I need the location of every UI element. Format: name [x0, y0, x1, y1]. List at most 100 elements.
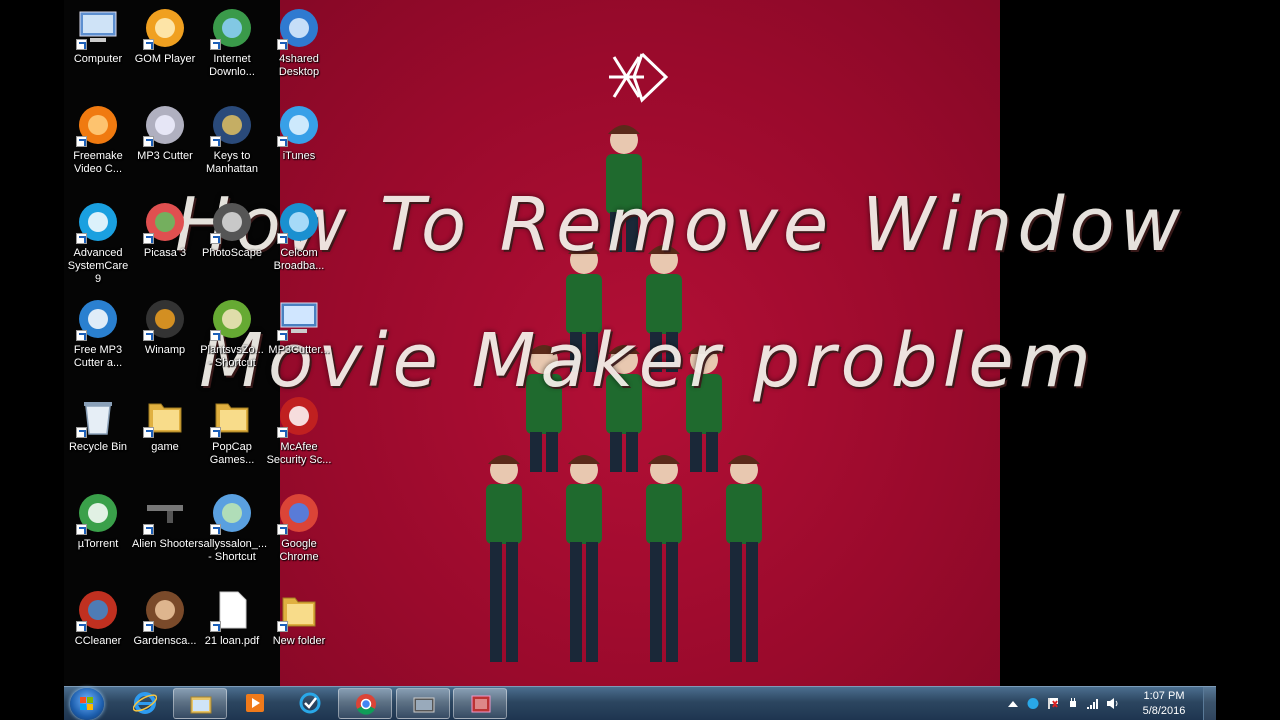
- internet-download-manager-icon: [210, 6, 254, 50]
- folder-icon: [277, 588, 321, 632]
- desktop-icon-label: New folder: [272, 635, 326, 647]
- desktop-icon[interactable]: Picasa 3: [131, 194, 199, 284]
- taskbar-windows-explorer[interactable]: [173, 688, 227, 719]
- desktop-icon-label: µTorrent: [77, 538, 119, 550]
- desktop-icon[interactable]: Winamp: [131, 291, 199, 381]
- desktop-icon[interactable]: iTunes: [265, 97, 333, 187]
- desktop-icon[interactable]: PopCap Games...: [198, 388, 266, 478]
- advanced-systemcare-icon: [299, 692, 321, 714]
- desktop-icon[interactable]: 4shared Desktop: [265, 0, 333, 90]
- desktop-icon[interactable]: Internet Downlo...: [198, 0, 266, 90]
- desktop-icon[interactable]: Celcom Broadba...: [265, 194, 333, 284]
- 4shared-icon: [277, 6, 321, 50]
- volume-icon[interactable]: [1106, 697, 1120, 710]
- desktop-icon-label: Free MP3 Cutter a...: [73, 344, 123, 369]
- desktop-icon-label: Winamp: [144, 344, 186, 356]
- desktop-icon[interactable]: sallyssalon_... - Shortcut: [198, 485, 268, 575]
- chrome-icon: [277, 491, 321, 535]
- recycle-bin-icon: [76, 394, 120, 438]
- internet-explorer-icon: [133, 692, 157, 714]
- desktop-icon-label: Google Chrome: [279, 538, 319, 563]
- desktop-icon[interactable]: GOM Player: [131, 0, 199, 90]
- desktop-icon[interactable]: McAfee Security Sc...: [265, 388, 333, 478]
- desktop-icon-label: Freemake Video C...: [73, 150, 123, 175]
- desktop-icon-label: Internet Downlo...: [209, 53, 255, 78]
- desktop-icon[interactable]: PlantsvsZo... - Shortcut: [198, 291, 266, 381]
- action-center-flag-icon[interactable]: [1046, 697, 1060, 710]
- network-signal-icon[interactable]: [1086, 697, 1100, 710]
- free-mp3-cutter-icon: [76, 297, 120, 341]
- desktop-icon-label: Advanced SystemCare 9: [67, 247, 129, 285]
- media-player-icon: [246, 694, 264, 712]
- desktop-icon[interactable]: Alien Shooter: [131, 485, 199, 575]
- desktop-icon-label: CCleaner: [74, 635, 122, 647]
- desktop-icon[interactable]: Recycle Bin: [64, 388, 132, 478]
- alien-shooter-gun-icon: [143, 491, 187, 535]
- pdf-file-icon: [210, 588, 254, 632]
- freemake-icon: [76, 103, 120, 147]
- wallpaper-figure: [726, 455, 762, 662]
- desktop-icon-label: Alien Shooter: [131, 538, 199, 550]
- desktop-icon-label: iTunes: [282, 150, 316, 162]
- start-button[interactable]: [70, 688, 104, 720]
- desktop-icon[interactable]: CCleaner: [64, 582, 132, 672]
- popcap-folder-icon: [210, 394, 254, 438]
- computer-icon: [76, 6, 120, 50]
- desktop-icon[interactable]: Freemake Video C...: [64, 97, 132, 187]
- taskbar-clock[interactable]: 1:07 PM 5/8/2016: [1134, 689, 1194, 719]
- mp3-cutter-cd-icon: [143, 103, 187, 147]
- desktop-icon[interactable]: game: [131, 388, 199, 478]
- celcom-broadband-icon: [277, 200, 321, 244]
- utorrent-icon: [76, 491, 120, 535]
- power-plug-icon[interactable]: [1066, 697, 1080, 710]
- folder-icon: [143, 394, 187, 438]
- desktop-icon-label: 4shared Desktop: [278, 53, 320, 78]
- desktop-icon-label: Picasa 3: [143, 247, 187, 259]
- taskbar: 1:07 PM 5/8/2016: [64, 686, 1216, 720]
- ccleaner-icon: [76, 588, 120, 632]
- taskbar-advanced-systemcare[interactable]: [283, 688, 337, 719]
- desktop-icon[interactable]: Free MP3 Cutter a...: [64, 291, 132, 381]
- desktop-icon-label: MP3Cutter...: [268, 344, 330, 356]
- photo-viewer-icon: [471, 695, 491, 713]
- show-hidden-icons-icon[interactable]: [1006, 698, 1020, 711]
- sallys-salon-icon: [210, 491, 254, 535]
- desktop-icon[interactable]: µTorrent: [64, 485, 132, 575]
- desktop-icon[interactable]: MP3 Cutter: [131, 97, 199, 187]
- clock-date: 5/8/2016: [1142, 705, 1186, 717]
- taskbar-movie-maker[interactable]: [396, 688, 450, 719]
- desktop-screen: How To Remove Window Movie Maker problem…: [64, 0, 1216, 720]
- desktop-icon[interactable]: Gardensca...: [131, 582, 199, 672]
- windows-logo-icon: [80, 697, 93, 710]
- wallpaper-figure: [646, 455, 682, 662]
- advanced-systemcare-tray-icon[interactable]: [1026, 697, 1040, 710]
- taskbar-photo-viewer[interactable]: [453, 688, 507, 719]
- desktop-icon[interactable]: Computer: [64, 0, 132, 90]
- desktop-icon-label: Keys to Manhattan: [206, 150, 258, 175]
- desktop-icon[interactable]: Advanced SystemCare 9: [64, 194, 132, 285]
- desktop-icon-label: Celcom Broadba...: [273, 247, 325, 272]
- gardenscapes-icon: [143, 588, 187, 632]
- taskbar-chrome[interactable]: [338, 688, 392, 719]
- desktop-icon-label: Recycle Bin: [68, 441, 128, 453]
- desktop-icon[interactable]: Keys to Manhattan: [198, 97, 266, 187]
- picasa-icon: [143, 200, 187, 244]
- photoscape-icon: [210, 200, 254, 244]
- desktop-icon-label: GOM Player: [134, 53, 196, 65]
- taskbar-internet-explorer[interactable]: [118, 688, 172, 719]
- taskbar-media-player[interactable]: [228, 688, 282, 719]
- windows-explorer-icon: [190, 696, 212, 714]
- desktop-icon-label: sallyssalon_... - Shortcut: [198, 538, 268, 563]
- mp3cutter-monitor-icon: [277, 297, 321, 341]
- show-desktop-button[interactable]: [1203, 687, 1216, 720]
- desktop-icon-label: PlantsvsZo... - Shortcut: [200, 344, 264, 369]
- desktop-icon[interactable]: New folder: [265, 582, 333, 672]
- plants-vs-zombies-icon: [210, 297, 254, 341]
- desktop-icon[interactable]: PhotoScape: [198, 194, 266, 284]
- itunes-icon: [277, 103, 321, 147]
- desktop-icon[interactable]: 21 loan.pdf: [198, 582, 266, 672]
- desktop-icon[interactable]: Google Chrome: [265, 485, 333, 575]
- desktop-icon-label: 21 loan.pdf: [204, 635, 260, 647]
- advanced-systemcare-icon: [76, 200, 120, 244]
- desktop-icon[interactable]: MP3Cutter...: [265, 291, 333, 381]
